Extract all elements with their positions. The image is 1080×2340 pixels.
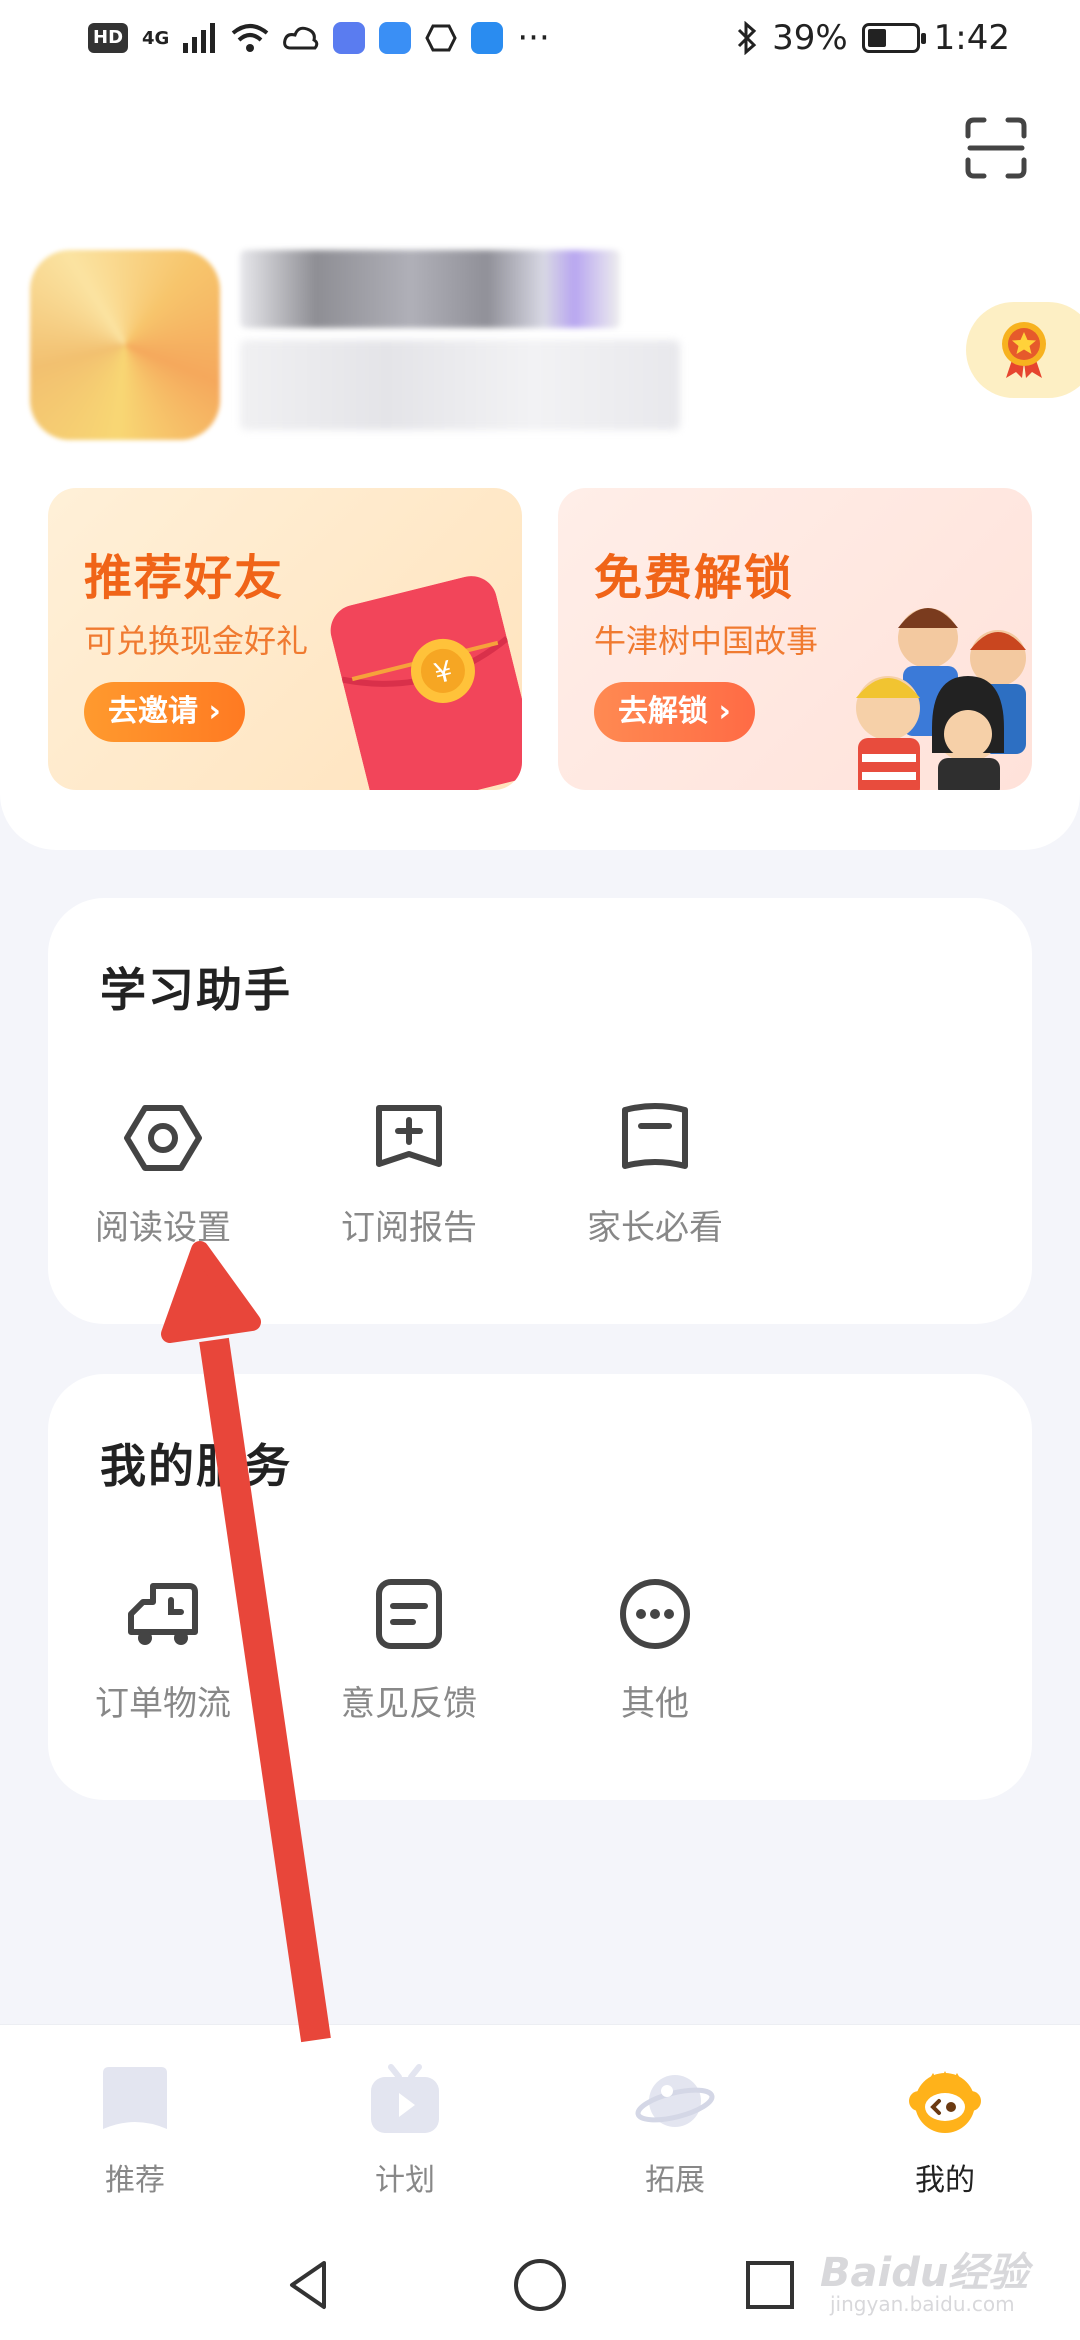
battery-level-fill [867,29,886,47]
promo-subtitle: 可兑换现金好礼 [84,622,309,660]
plan-tv-icon [371,2064,439,2133]
hd-badge: HD [88,23,129,53]
planet-icon [635,2075,715,2127]
free-unlock-card[interactable]: 免费解锁 牛津树中国故事 去解锁 › [558,488,1032,790]
hand-icon [425,24,458,52]
promo-title: 免费解锁 [594,550,795,606]
medal-icon [1002,322,1046,378]
promo-subtitle: 牛津树中国故事 [594,622,819,660]
nav-recommend[interactable]: 推荐 [45,2061,225,2199]
item-label: 家长必看 [587,1208,723,1248]
promo-title: 推荐好友 [84,550,285,606]
feedback-item[interactable]: 意见反馈 [314,1574,504,1725]
more-dots-icon [620,1579,690,1649]
user-info-blurred [240,340,680,430]
scan-icon[interactable] [964,116,1028,180]
item-label: 订单物流 [95,1684,231,1724]
status-bar: HD 4G ··· 39% 1:42 [0,0,1080,80]
order-logistics-item[interactable]: 订单物流 [68,1574,258,1725]
weather-app-icon [471,22,504,54]
nav-label: 计划 [375,2163,435,2198]
signal-icon [183,23,216,53]
unlock-button[interactable]: 去解锁 › [594,682,755,742]
battery-icon [861,23,926,53]
parent-book-icon [622,1103,688,1169]
cloud-sync-icon [283,26,319,50]
feedback-note-icon [376,1579,442,1649]
other-item[interactable]: 其他 [560,1574,750,1725]
cartoon-kids-illustration [856,608,1026,790]
nav-plan[interactable]: 计划 [315,2061,495,2199]
clock: 1:42 [933,18,1010,58]
back-icon[interactable] [280,2255,340,2315]
reading-settings-item[interactable]: 阅读设置 [68,1098,258,1249]
watermark-logo: Baidu经验 [820,2250,1029,2296]
username-blurred [240,250,620,328]
status-right: 39% 1:42 [736,18,1010,58]
music-app-icon [333,22,366,54]
my-services-section: 我的服务 订单物流 意见反馈 其他 [48,1374,1032,1800]
achievement-button[interactable] [966,302,1080,398]
red-packet-icon: ¥ [330,576,522,790]
item-label: 订阅报告 [341,1208,477,1248]
study-assistant-section: 学习助手 阅读设置 订阅报告 家长必看 [48,898,1032,1324]
section-title: 我的服务 [100,1439,292,1493]
status-left: HD 4G ··· [88,18,550,58]
item-label: 阅读设置 [95,1208,231,1248]
avatar[interactable] [30,250,220,440]
delivery-truck-icon [128,1583,198,1645]
bluetooth-icon [738,21,757,55]
watermark-url: jingyan.baidu.com [830,2292,1015,2316]
nav-label: 推荐 [105,2163,165,2198]
battery-percent: 39% [772,18,848,58]
invite-friends-card[interactable]: 推荐好友 可兑换现金好礼 去邀请 › ¥ [48,488,522,790]
hexagon-settings-icon [124,1105,202,1171]
more-status-indicator: ··· [517,18,550,58]
mascot-icon [909,2071,981,2133]
wifi-icon [232,24,269,52]
nav-extend[interactable]: 拓展 [585,2061,765,2199]
parent-guide-item[interactable]: 家长必看 [560,1098,750,1249]
network-type: 4G [142,27,170,49]
item-label: 其他 [621,1684,689,1724]
nav-label: 拓展 [645,2163,705,2198]
recents-icon[interactable] [740,2255,800,2315]
cloud-app-icon [379,22,412,54]
section-title: 学习助手 [100,963,292,1017]
home-icon[interactable] [510,2255,570,2315]
invite-button[interactable]: 去邀请 › [84,682,245,742]
item-label: 意见反馈 [341,1684,477,1724]
nav-mine[interactable]: 我的 [855,2061,1035,2199]
report-add-icon [376,1105,442,1167]
recommend-icon [103,2067,167,2129]
nav-label: 我的 [915,2163,975,2198]
subscription-report-item[interactable]: 订阅报告 [314,1098,504,1249]
